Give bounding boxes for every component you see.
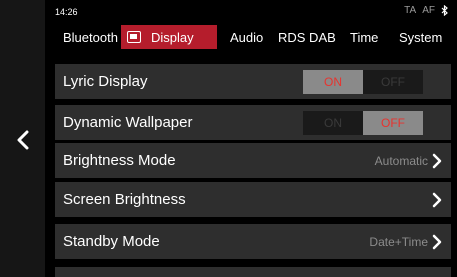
dynamic-wallpaper-off-option[interactable]: OFF <box>363 111 423 135</box>
row-partial[interactable] <box>55 267 451 277</box>
tab-system[interactable]: System <box>399 25 442 49</box>
tab-time[interactable]: Time <box>350 25 378 49</box>
ta-indicator: TA <box>404 5 417 16</box>
tab-bluetooth[interactable]: Bluetooth <box>63 25 118 49</box>
status-indicators: TA AF <box>404 5 449 16</box>
af-indicator: AF <box>422 5 435 16</box>
tab-bar: Bluetooth Display Audio RDS DAB Time Sys… <box>45 22 457 52</box>
row-label: Standby Mode <box>63 233 160 250</box>
chevron-right-icon <box>432 234 442 250</box>
row-dynamic-wallpaper: Dynamic Wallpaper ON OFF <box>55 105 451 140</box>
settings-screen: 14:26 TA AF Bluetooth Display Audio RDS … <box>0 0 457 277</box>
row-brightness-mode[interactable]: Brightness Mode Automatic <box>55 143 451 178</box>
standby-mode-value: Date+Time <box>369 234 428 249</box>
tab-label: Bluetooth <box>63 29 118 45</box>
row-screen-brightness[interactable]: Screen Brightness <box>55 182 451 217</box>
display-icon <box>127 31 141 43</box>
tab-label: System <box>399 29 443 45</box>
chevron-right-icon <box>432 153 442 169</box>
dynamic-wallpaper-on-option[interactable]: ON <box>303 111 363 135</box>
status-bar: 14:26 TA AF <box>45 0 457 22</box>
row-standby-mode[interactable]: Standby Mode Date+Time <box>55 224 451 259</box>
tab-label: Audio <box>230 29 264 45</box>
chevron-left-icon <box>17 130 29 150</box>
tab-rds-dab[interactable]: RDS DAB <box>278 25 336 49</box>
tab-label: RDS DAB <box>278 29 336 45</box>
dynamic-wallpaper-toggle: ON OFF <box>303 111 424 135</box>
chevron-right-icon <box>432 192 442 208</box>
tab-label: Time <box>350 29 379 45</box>
lyric-display-on-option[interactable]: ON <box>303 70 363 94</box>
tab-label: Display <box>151 29 194 45</box>
row-label: Screen Brightness <box>63 191 186 208</box>
row-lyric-display: Lyric Display ON OFF <box>55 64 451 99</box>
tab-display[interactable]: Display <box>121 25 217 49</box>
left-rail <box>0 0 45 277</box>
lyric-display-off-option[interactable]: OFF <box>363 70 423 94</box>
row-label: Dynamic Wallpaper <box>63 114 193 131</box>
row-label: Lyric Display <box>63 73 148 90</box>
brightness-mode-value: Automatic <box>374 153 428 168</box>
clock: 14:26 <box>55 7 78 17</box>
tab-audio[interactable]: Audio <box>230 25 263 49</box>
bluetooth-icon <box>441 5 448 16</box>
lyric-display-toggle: ON OFF <box>303 70 424 94</box>
back-button[interactable] <box>11 125 35 155</box>
row-label: Brightness Mode <box>63 152 176 169</box>
